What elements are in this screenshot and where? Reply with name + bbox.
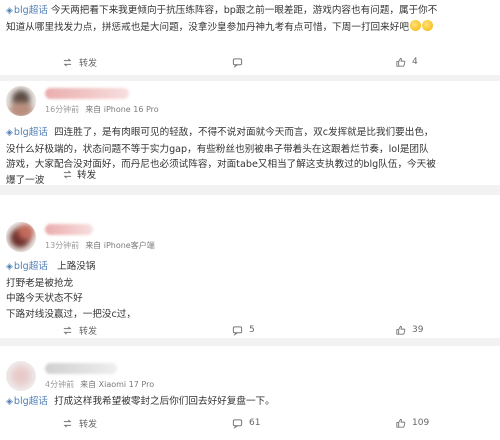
post-text-line: 中路今天状态不好 — [6, 293, 83, 305]
comment-icon — [232, 57, 243, 68]
post-text-line: 四连胜了，是有肉眼可见的轻敌，不得不说对面就今天而言，双c发挥就是比我们要出色， — [54, 127, 434, 138]
post-text-line: 知道从哪里找发力点，拼惩戒也是大问题，没拿沙皇参加丹神九考有点可惜，下周一打回来… — [6, 21, 409, 33]
post-content: ◈blg超话 打成这样我希望被零封之后你们回去好好复盘一下。 — [6, 394, 490, 411]
repost-label: 转发 — [79, 326, 98, 337]
action-bar: 转发 4 — [0, 52, 500, 72]
comment-button[interactable]: 5 — [232, 325, 255, 336]
post-content: ◈blg超话 上路没锅 打野老是被抢龙 中路今天状态不好 下路对线没赢过，一把没… — [6, 259, 490, 322]
post-source: 来自 Xiaomi 17 Pro — [80, 379, 155, 389]
thumbs-up-icon — [396, 325, 406, 335]
weibo-feed: ◈blg超话 今天两把看下来我更倾向于抗压练阵容，bp跟之前一眼差距，游戏内容也… — [0, 0, 500, 440]
like-count: 4 — [412, 57, 418, 67]
repost-button[interactable]: 转发 — [62, 324, 97, 337]
like-button[interactable]: 109 — [395, 418, 429, 429]
username-blurred[interactable] — [45, 223, 93, 235]
post-time: 13分钟前 — [45, 240, 80, 250]
like-count: 39 — [412, 325, 424, 335]
repost-button[interactable]: 转发 — [62, 56, 97, 69]
repost-icon — [63, 169, 72, 179]
action-bar: 转发 61 109 — [0, 413, 500, 433]
like-button[interactable]: 39 — [395, 325, 423, 336]
post-header: 4分钟前 来自 Xiaomi 17 Pro — [6, 358, 154, 394]
post-text-line: 上路没锅 — [57, 261, 96, 272]
post-header: 13分钟前 来自 iPhone客户端 — [6, 219, 155, 255]
like-count: 109 — [412, 418, 430, 428]
topic-diamond-icon: ◈ — [6, 128, 13, 138]
post-meta: 13分钟前 来自 iPhone客户端 — [45, 240, 155, 251]
topic-diamond-icon: ◈ — [6, 397, 13, 407]
avatar[interactable] — [6, 86, 36, 116]
comment-button[interactable] — [232, 57, 249, 68]
repost-button[interactable]: 转发 — [62, 167, 96, 181]
username-blurred[interactable] — [45, 87, 129, 99]
topic-link[interactable]: ◈blg超话 — [6, 396, 48, 407]
topic-link[interactable]: ◈blg超话 — [6, 5, 48, 16]
topic-link[interactable]: ◈blg超话 — [6, 261, 48, 272]
repost-icon — [63, 325, 72, 335]
topic-link[interactable]: ◈blg超话 — [6, 127, 48, 138]
post-meta: 4分钟前 来自 Xiaomi 17 Pro — [45, 379, 154, 390]
post-source: 来自 iPhone客户端 — [85, 240, 155, 250]
post-text-line: 今天两把看下来我更倾向于抗压练阵容，bp跟之前一眼差距，游戏内容也有问题，属于你… — [51, 5, 438, 16]
repost-icon — [63, 418, 72, 428]
thumbs-up-icon — [396, 418, 406, 428]
post-card: 4分钟前 来自 Xiaomi 17 Pro ◈blg超话 打成这样我希望被零封之… — [0, 346, 500, 440]
comment-icon — [232, 418, 243, 429]
post-time: 4分钟前 — [45, 379, 75, 389]
username-blurred[interactable] — [45, 362, 117, 374]
post-text-line: 没什么好极端的，状态问题不等于实力gap，有些粉丝也别被串子带着头在这跟着烂节奏… — [6, 143, 429, 155]
post-text-line: 打成这样我希望被零封之后你们回去好好复盘一下。 — [54, 396, 275, 407]
post-meta: 16分钟前 来自 iPhone 16 Pro — [45, 104, 159, 115]
repost-label: 转发 — [79, 58, 98, 69]
comment-button[interactable]: 61 — [232, 418, 260, 429]
action-bar: 转发 5 39 — [0, 320, 500, 340]
post-content: ◈blg超话 今天两把看下来我更倾向于抗压练阵容，bp跟之前一眼差距，游戏内容也… — [6, 3, 490, 35]
topic-label: blg超话 — [13, 396, 48, 407]
topic-label: blg超话 — [13, 5, 48, 16]
post-card: ◈blg超话 今天两把看下来我更倾向于抗压练阵容，bp跟之前一眼差距，游戏内容也… — [0, 0, 500, 75]
like-button[interactable]: 4 — [395, 57, 418, 68]
repost-label: 转发 — [79, 419, 98, 430]
comment-count: 61 — [249, 418, 261, 428]
comment-count: 5 — [249, 325, 255, 335]
topic-diamond-icon: ◈ — [6, 262, 13, 272]
topic-label: blg超话 — [13, 261, 48, 272]
repost-label: 转发 — [77, 170, 97, 181]
avatar[interactable] — [6, 361, 36, 391]
post-card: 16分钟前 来自 iPhone 16 Pro ◈blg超话 四连胜了，是有肉眼可… — [0, 81, 500, 186]
post-card: 13分钟前 来自 iPhone客户端 ◈blg超话 上路没锅 打野老是被抢龙 中… — [0, 195, 500, 338]
comment-icon — [232, 325, 243, 336]
repost-icon — [63, 57, 72, 67]
topic-label: blg超话 — [13, 127, 48, 138]
repost-button[interactable]: 转发 — [62, 417, 97, 430]
post-header: 16分钟前 来自 iPhone 16 Pro — [6, 83, 159, 119]
thumbs-up-icon — [396, 57, 406, 67]
post-source: 来自 iPhone 16 Pro — [85, 104, 159, 114]
grin-emoji-icon — [409, 19, 421, 31]
grin-emoji-icon — [421, 19, 433, 31]
avatar[interactable] — [6, 222, 36, 252]
topic-diamond-icon: ◈ — [6, 6, 13, 16]
post-text-line: 打野老是被抢龙 — [6, 277, 74, 289]
post-time: 16分钟前 — [45, 104, 80, 114]
